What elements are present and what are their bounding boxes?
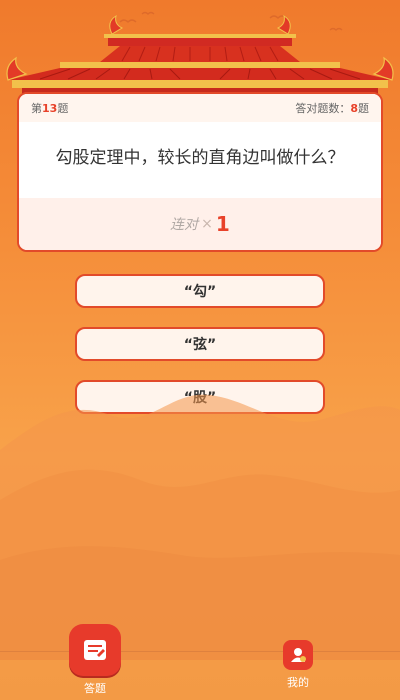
user-icon (283, 640, 313, 670)
nav-mine[interactable]: 我的 (276, 640, 320, 690)
question-number: 第13题 (31, 102, 69, 115)
answer-option-1[interactable]: “勾” (75, 274, 325, 308)
question-card: 第13题 答对题数：8题 勾股定理中，较长的直角边叫做什么？ 连对 × 1 (17, 92, 383, 252)
nav-answer[interactable]: 答题 (67, 624, 123, 696)
nav-mine-label: 我的 (287, 676, 309, 689)
correct-count: 答对题数：8题 (295, 102, 369, 115)
bottom-nav: 答题 我的 (0, 624, 400, 700)
question-header: 第13题 答对题数：8题 (19, 94, 381, 122)
answer-sheet-icon (69, 624, 121, 676)
streak-label: 连对 (170, 217, 199, 233)
streak-count: 1 (215, 212, 230, 236)
mountain-backdrop (0, 394, 400, 660)
streak-times: × (201, 216, 213, 232)
question-text: 勾股定理中，较长的直角边叫做什么？ (27, 122, 373, 194)
streak-indicator: 连对 × 1 (19, 198, 381, 250)
nav-answer-label: 答题 (84, 682, 106, 695)
